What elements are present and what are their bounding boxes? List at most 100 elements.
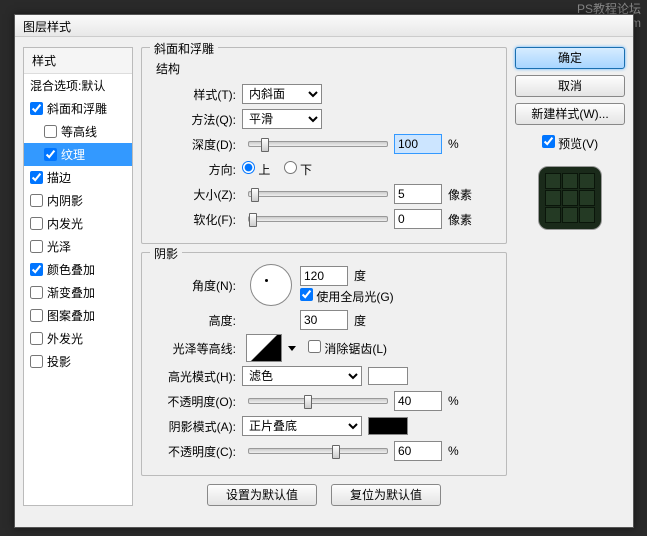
- direction-up-radio[interactable]: 上: [242, 163, 270, 177]
- preview-checkbox[interactable]: 预览(V): [542, 135, 598, 152]
- highlight-color-swatch[interactable]: [368, 367, 408, 385]
- options-panel: 斜面和浮雕 结构 样式(T): 内斜面 方法(Q): 平滑 深度(D): %: [141, 47, 507, 506]
- make-default-button[interactable]: 设置为默认值: [207, 484, 317, 506]
- size-slider[interactable]: [248, 191, 388, 197]
- style-item[interactable]: 外发光: [24, 327, 132, 350]
- styles-list-panel: 样式 混合选项:默认 斜面和浮雕等高线纹理描边内阴影内发光光泽颜色叠加渐变叠加图…: [23, 47, 133, 506]
- contour-label: 光泽等高线:: [152, 340, 242, 357]
- highlight-opacity-input[interactable]: [394, 391, 442, 411]
- style-item-checkbox[interactable]: [30, 102, 43, 115]
- angle-input[interactable]: [300, 266, 348, 286]
- ok-button[interactable]: 确定: [515, 47, 625, 69]
- angle-unit: 度: [354, 267, 366, 284]
- style-item-checkbox[interactable]: [30, 217, 43, 230]
- highlight-mode-select[interactable]: 滤色: [242, 366, 362, 386]
- style-item[interactable]: 渐变叠加: [24, 281, 132, 304]
- style-item-label: 描边: [47, 169, 71, 186]
- shadow-opacity-unit: %: [448, 444, 459, 458]
- altitude-unit: 度: [354, 312, 366, 329]
- highlight-opacity-label: 不透明度(O):: [152, 393, 242, 410]
- style-item[interactable]: 描边: [24, 166, 132, 189]
- shadow-opacity-label: 不透明度(C):: [152, 443, 242, 460]
- size-input[interactable]: [394, 184, 442, 204]
- technique-select[interactable]: 平滑: [242, 109, 322, 129]
- bevel-group-title: 斜面和浮雕: [150, 40, 218, 57]
- style-item-label: 等高线: [61, 123, 97, 140]
- style-item-checkbox[interactable]: [30, 240, 43, 253]
- shadow-opacity-slider[interactable]: [248, 448, 388, 454]
- style-item-label: 斜面和浮雕: [47, 100, 107, 117]
- soften-slider[interactable]: [248, 216, 388, 222]
- layer-style-dialog: 图层样式 样式 混合选项:默认 斜面和浮雕等高线纹理描边内阴影内发光光泽颜色叠加…: [14, 14, 634, 528]
- style-item-label: 颜色叠加: [47, 261, 95, 278]
- style-item-checkbox[interactable]: [30, 263, 43, 276]
- soften-input[interactable]: [394, 209, 442, 229]
- soften-unit: 像素: [448, 211, 472, 228]
- blend-options-row[interactable]: 混合选项:默认: [24, 74, 132, 97]
- style-item-checkbox[interactable]: [30, 355, 43, 368]
- style-item[interactable]: 斜面和浮雕: [24, 97, 132, 120]
- shading-group: 阴影 角度(N): 度 使用全局光(G) 高度:: [141, 252, 507, 476]
- depth-input[interactable]: [394, 134, 442, 154]
- style-item-checkbox[interactable]: [44, 125, 57, 138]
- dialog-title: 图层样式: [23, 20, 71, 34]
- angle-dial[interactable]: [250, 264, 292, 306]
- shading-group-title: 阴影: [150, 245, 182, 262]
- depth-label: 深度(D):: [152, 136, 242, 153]
- style-item[interactable]: 纹理: [24, 143, 132, 166]
- size-unit: 像素: [448, 186, 472, 203]
- direction-label: 方向:: [152, 161, 242, 178]
- global-light-checkbox[interactable]: 使用全局光(G): [300, 290, 394, 304]
- reset-default-button[interactable]: 复位为默认值: [331, 484, 441, 506]
- depth-unit: %: [448, 137, 459, 151]
- highlight-opacity-unit: %: [448, 394, 459, 408]
- altitude-input[interactable]: [300, 310, 348, 330]
- depth-slider[interactable]: [248, 141, 388, 147]
- highlight-opacity-slider[interactable]: [248, 398, 388, 404]
- style-item-checkbox[interactable]: [30, 171, 43, 184]
- dialog-titlebar: 图层样式: [15, 15, 633, 37]
- style-item-label: 图案叠加: [47, 307, 95, 324]
- style-item-label: 渐变叠加: [47, 284, 95, 301]
- style-item-label: 内阴影: [47, 192, 83, 209]
- highlight-mode-label: 高光模式(H):: [152, 368, 242, 385]
- contour-dropdown-icon[interactable]: [288, 346, 296, 351]
- structure-title: 结构: [156, 60, 496, 77]
- preview-swatch: [538, 166, 602, 230]
- cancel-button[interactable]: 取消: [515, 75, 625, 97]
- style-item-label: 外发光: [47, 330, 83, 347]
- size-label: 大小(Z):: [152, 186, 242, 203]
- style-item-checkbox[interactable]: [44, 148, 57, 161]
- antialias-checkbox[interactable]: 消除锯齿(L): [308, 340, 387, 357]
- style-item[interactable]: 内发光: [24, 212, 132, 235]
- new-style-button[interactable]: 新建样式(W)...: [515, 103, 625, 125]
- style-label: 样式(T):: [152, 86, 242, 103]
- style-item[interactable]: 投影: [24, 350, 132, 373]
- shadow-mode-label: 阴影模式(A):: [152, 418, 242, 435]
- shadow-opacity-input[interactable]: [394, 441, 442, 461]
- bevel-group: 斜面和浮雕 结构 样式(T): 内斜面 方法(Q): 平滑 深度(D): %: [141, 47, 507, 244]
- style-item-checkbox[interactable]: [30, 194, 43, 207]
- style-item[interactable]: 内阴影: [24, 189, 132, 212]
- style-item-label: 投影: [47, 353, 71, 370]
- technique-label: 方法(Q):: [152, 111, 242, 128]
- styles-header: 样式: [24, 48, 132, 74]
- angle-label: 角度(N):: [152, 277, 242, 294]
- style-item[interactable]: 颜色叠加: [24, 258, 132, 281]
- style-item-label: 内发光: [47, 215, 83, 232]
- altitude-label: 高度:: [152, 312, 242, 329]
- style-item[interactable]: 图案叠加: [24, 304, 132, 327]
- style-item[interactable]: 等高线: [24, 120, 132, 143]
- contour-picker[interactable]: [246, 334, 282, 362]
- style-item-label: 光泽: [47, 238, 71, 255]
- style-item-checkbox[interactable]: [30, 286, 43, 299]
- direction-down-radio[interactable]: 下: [284, 163, 312, 177]
- style-item-label: 纹理: [61, 146, 85, 163]
- style-item-checkbox[interactable]: [30, 309, 43, 322]
- shadow-mode-select[interactable]: 正片叠底: [242, 416, 362, 436]
- soften-label: 软化(F):: [152, 211, 242, 228]
- style-select[interactable]: 内斜面: [242, 84, 322, 104]
- shadow-color-swatch[interactable]: [368, 417, 408, 435]
- style-item[interactable]: 光泽: [24, 235, 132, 258]
- style-item-checkbox[interactable]: [30, 332, 43, 345]
